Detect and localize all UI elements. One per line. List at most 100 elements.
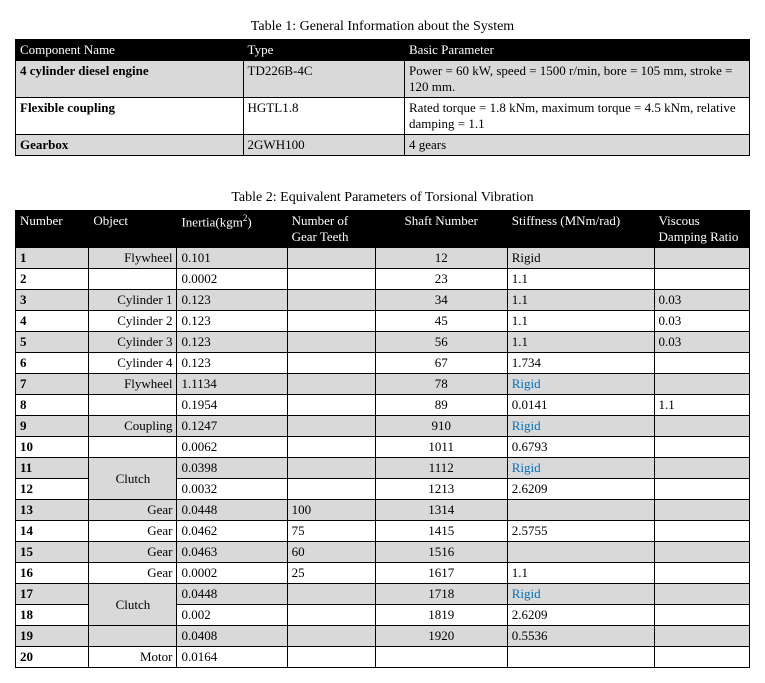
table-row: Gearbox 2GWH100 4 gears [16, 135, 750, 156]
t2-damping: 1.1 [654, 395, 749, 416]
t2-teeth [287, 311, 375, 332]
t2-damping [654, 353, 749, 374]
t2-stiffness: 1.734 [507, 353, 654, 374]
t2-teeth: 100 [287, 500, 375, 521]
t2-shaft: 1415 [375, 521, 507, 542]
t2-shaft: 56 [375, 332, 507, 353]
t2-teeth [287, 248, 375, 269]
t2-number: 11 [16, 458, 89, 479]
t2-inertia: 0.123 [177, 290, 287, 311]
t2-number: 18 [16, 605, 89, 626]
t2-shaft: 1819 [375, 605, 507, 626]
t2-inertia: 0.0408 [177, 626, 287, 647]
t2-stiffness: 2.6209 [507, 479, 654, 500]
t2-shaft: 1314 [375, 500, 507, 521]
t2-shaft: 1617 [375, 563, 507, 584]
table-row: 11Clutch0.03981112Rigid [16, 458, 750, 479]
t1-param: Power = 60 kW, speed = 1500 r/min, bore … [405, 61, 750, 98]
t2-damping [654, 269, 749, 290]
t2-damping [654, 374, 749, 395]
t2-object [89, 269, 177, 290]
t2-damping [654, 479, 749, 500]
t2-teeth [287, 437, 375, 458]
t2-object: Gear [89, 542, 177, 563]
t2-number: 4 [16, 311, 89, 332]
t2-damping [654, 605, 749, 626]
t2-col-object: Object [89, 211, 177, 248]
t2-number: 8 [16, 395, 89, 416]
t2-inertia: 0.0002 [177, 563, 287, 584]
t2-teeth: 25 [287, 563, 375, 584]
t2-damping: 0.03 [654, 332, 749, 353]
t2-teeth [287, 332, 375, 353]
t2-shaft: 1516 [375, 542, 507, 563]
t2-number: 3 [16, 290, 89, 311]
table-row: 100.006210110.6793 [16, 437, 750, 458]
t2-stiffness: 0.0141 [507, 395, 654, 416]
t2-object: Clutch [89, 584, 177, 626]
table-row: 3Cylinder 10.123341.10.03 [16, 290, 750, 311]
t1-type: HGTL1.8 [243, 98, 404, 135]
t2-damping [654, 626, 749, 647]
t2-shaft: 67 [375, 353, 507, 374]
t2-object: Cylinder 3 [89, 332, 177, 353]
t2-object: Gear [89, 521, 177, 542]
t2-object: Cylinder 2 [89, 311, 177, 332]
t2-stiffness: 2.5755 [507, 521, 654, 542]
t2-damping: 0.03 [654, 311, 749, 332]
t2-damping [654, 521, 749, 542]
t2-col-shaft: Shaft Number [375, 211, 507, 248]
table-row: Flexible coupling HGTL1.8 Rated torque =… [16, 98, 750, 135]
t2-damping [654, 542, 749, 563]
t2-number: 17 [16, 584, 89, 605]
t2-shaft: 89 [375, 395, 507, 416]
t2-shaft: 78 [375, 374, 507, 395]
t2-teeth [287, 647, 375, 668]
t2-shaft: 1718 [375, 584, 507, 605]
table-row: 15Gear0.0463601516 [16, 542, 750, 563]
t2-object: Motor [89, 647, 177, 668]
t2-teeth [287, 584, 375, 605]
t2-stiffness: 2.6209 [507, 605, 654, 626]
t2-number: 14 [16, 521, 89, 542]
t2-teeth [287, 269, 375, 290]
t1-param: Rated torque = 1.8 kNm, maximum torque =… [405, 98, 750, 135]
t2-inertia: 0.0463 [177, 542, 287, 563]
t2-inertia: 0.0448 [177, 500, 287, 521]
t2-stiffness: Rigid [507, 416, 654, 437]
t2-teeth: 60 [287, 542, 375, 563]
t2-damping: 0.03 [654, 290, 749, 311]
t1-param: 4 gears [405, 135, 750, 156]
t2-inertia: 0.0448 [177, 584, 287, 605]
t2-inertia: 1.1134 [177, 374, 287, 395]
t2-damping [654, 500, 749, 521]
t2-stiffness: Rigid [507, 374, 654, 395]
t2-damping [654, 416, 749, 437]
t2-inertia: 0.0032 [177, 479, 287, 500]
t2-teeth: 75 [287, 521, 375, 542]
t2-number: 10 [16, 437, 89, 458]
t2-damping [654, 584, 749, 605]
t2-number: 13 [16, 500, 89, 521]
t2-stiffness [507, 647, 654, 668]
table2: Number Object Inertia(kgm2) Number of Ge… [15, 210, 750, 668]
t2-col-stiffness: Stiffness (MNm/rad) [507, 211, 654, 248]
t2-number: 12 [16, 479, 89, 500]
table-row: 190.040819200.5536 [16, 626, 750, 647]
table-row: 7Flywheel1.113478Rigid [16, 374, 750, 395]
t2-inertia: 0.123 [177, 311, 287, 332]
t2-stiffness: 1.1 [507, 332, 654, 353]
t2-inertia: 0.0398 [177, 458, 287, 479]
t2-stiffness [507, 500, 654, 521]
t1-name: Gearbox [16, 135, 244, 156]
t2-inertia: 0.0462 [177, 521, 287, 542]
t2-damping [654, 437, 749, 458]
t1-col-param: Basic Parameter [405, 40, 750, 61]
t2-object: Gear [89, 500, 177, 521]
t2-stiffness: Rigid [507, 458, 654, 479]
t2-stiffness: Rigid [507, 248, 654, 269]
t2-shaft: 1011 [375, 437, 507, 458]
table-row: 20.0002231.1 [16, 269, 750, 290]
t2-inertia: 0.1954 [177, 395, 287, 416]
table-row: 5Cylinder 30.123561.10.03 [16, 332, 750, 353]
